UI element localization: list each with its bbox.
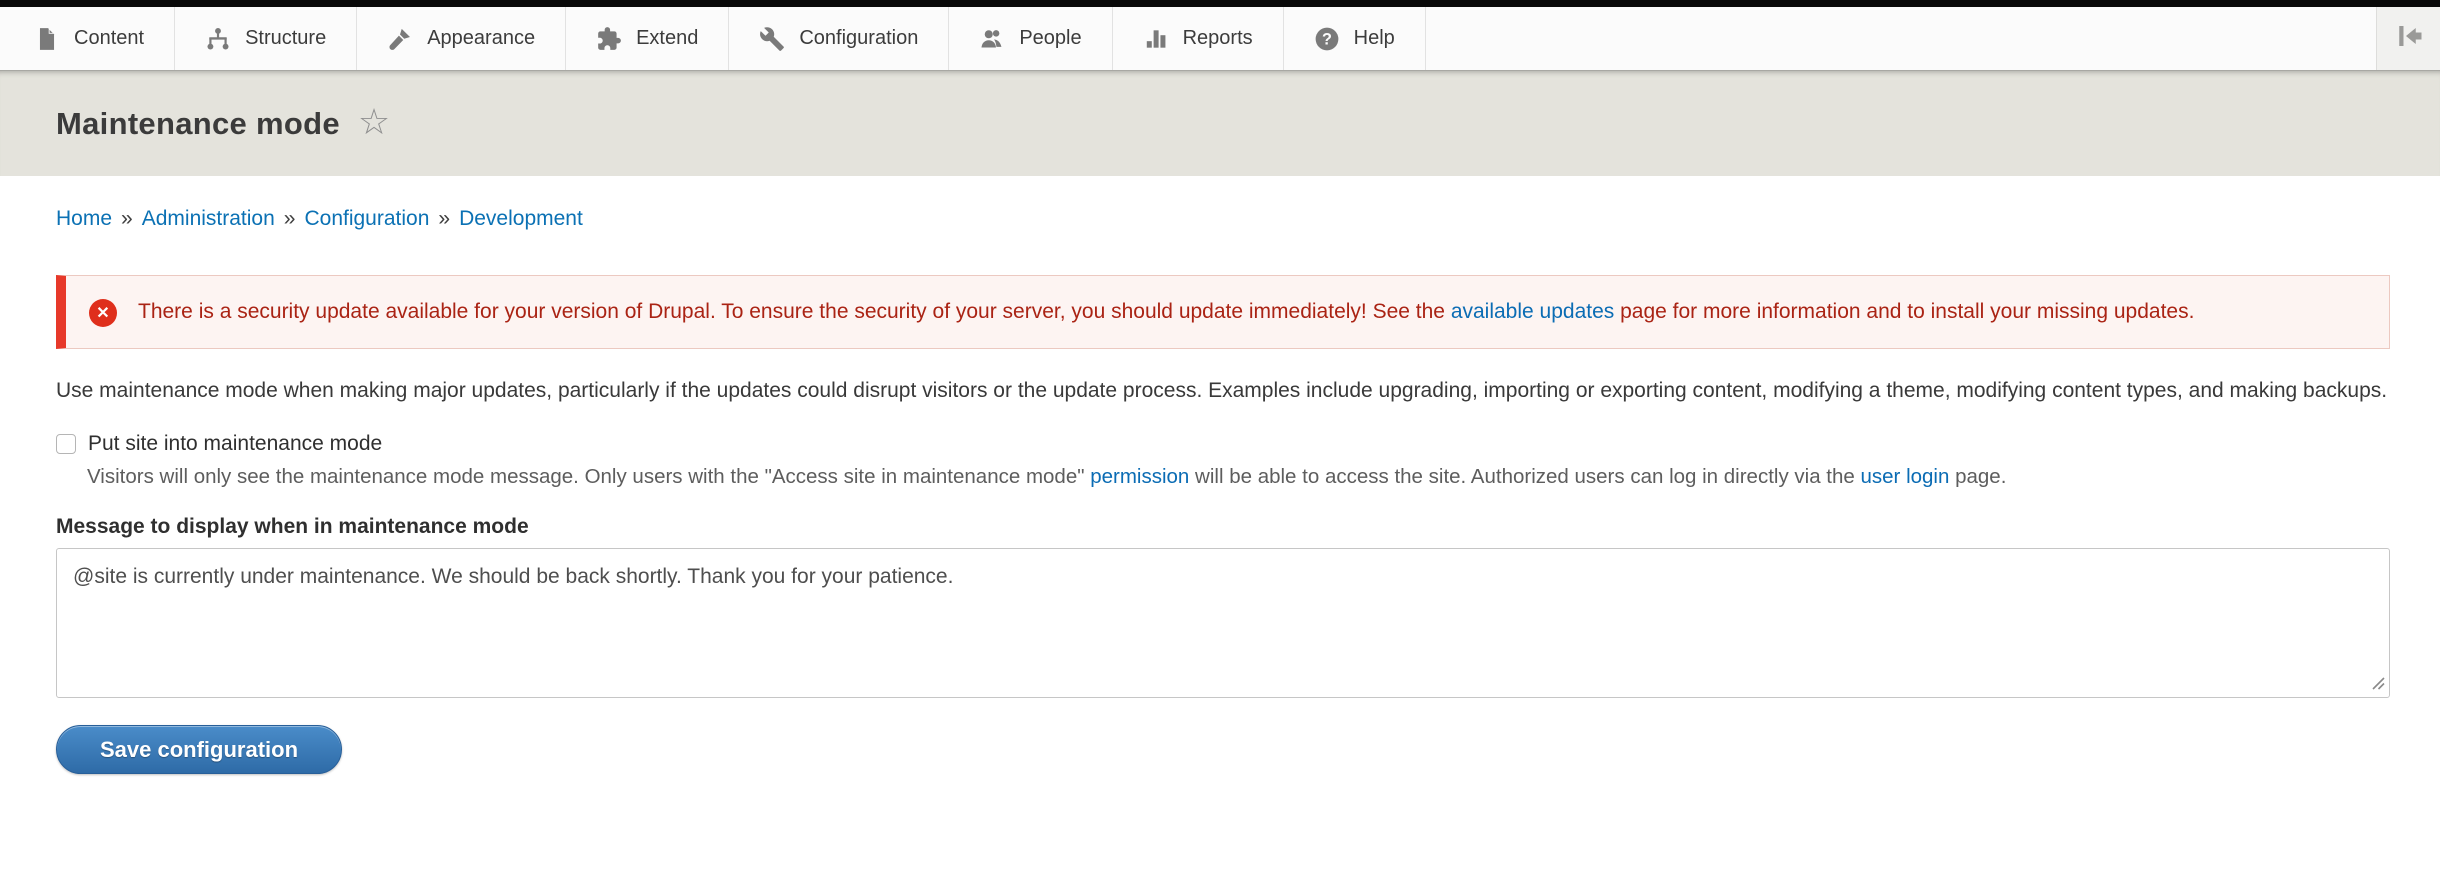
page-title: Maintenance mode: [56, 106, 340, 142]
error-message-text: There is a security update available for…: [138, 295, 2194, 329]
toolbar-item-people[interactable]: People: [949, 7, 1112, 70]
paintbrush-icon: [387, 26, 413, 52]
sitemap-icon: [205, 26, 231, 52]
toolbar-item-configuration[interactable]: Configuration: [729, 7, 949, 70]
page-header: Maintenance mode ☆: [0, 70, 2440, 176]
description-part-3: page.: [1949, 465, 2006, 488]
file-icon: [34, 26, 60, 52]
wrench-icon: [759, 26, 785, 52]
toolbar-item-label: Reports: [1183, 27, 1253, 50]
maintenance-mode-checkbox-row: Put site into maintenance mode: [56, 432, 2390, 456]
svg-text:?: ?: [1322, 30, 1332, 48]
toolbar-menu: Content Structure Appearance Extend Conf: [0, 7, 1426, 70]
toolbar-collapse-button[interactable]: [2376, 7, 2440, 70]
breadcrumb-link-configuration[interactable]: Configuration: [304, 207, 429, 230]
toolbar-item-extend[interactable]: Extend: [566, 7, 729, 70]
toolbar-item-content[interactable]: Content: [0, 7, 175, 70]
maintenance-mode-intro: Use maintenance mode when making major u…: [56, 374, 2390, 407]
toolbar-item-label: Structure: [245, 27, 326, 50]
error-text-after-link: page for more information and to install…: [1614, 300, 2194, 323]
toolbar-item-label: Help: [1354, 27, 1395, 50]
breadcrumb-separator: »: [121, 207, 133, 230]
maintenance-mode-checkbox[interactable]: [56, 434, 76, 454]
breadcrumb-link-development[interactable]: Development: [459, 207, 583, 230]
toolbar-item-label: Extend: [636, 27, 698, 50]
toolbar-item-label: Content: [74, 27, 144, 50]
toolbar-item-help[interactable]: ? Help: [1284, 7, 1426, 70]
error-x-icon: ✕: [89, 299, 117, 327]
description-part-1: Visitors will only see the maintenance m…: [87, 465, 1090, 488]
help-icon: ?: [1314, 26, 1340, 52]
breadcrumb-separator: »: [284, 207, 296, 230]
breadcrumb: Home » Administration » Configuration » Develo…: [56, 207, 2390, 231]
maintenance-message-textarea[interactable]: @site is currently under maintenance. We…: [56, 548, 2390, 698]
toolbar-item-label: People: [1019, 27, 1081, 50]
breadcrumb-link-home[interactable]: Home: [56, 207, 112, 230]
toolbar-item-label: Appearance: [427, 27, 535, 50]
puzzle-icon: [596, 26, 622, 52]
available-updates-link[interactable]: available updates: [1451, 300, 1614, 323]
people-icon: [979, 26, 1005, 52]
shortcut-star-icon[interactable]: ☆: [358, 104, 390, 140]
maintenance-mode-description: Visitors will only see the maintenance m…: [87, 465, 2390, 489]
breadcrumb-link-administration[interactable]: Administration: [142, 207, 275, 230]
user-login-link[interactable]: user login: [1861, 465, 1950, 488]
error-text-before-link: There is a security update available for…: [138, 300, 1451, 323]
textarea-resize-handle[interactable]: [2370, 675, 2386, 696]
toolbar-item-reports[interactable]: Reports: [1113, 7, 1284, 70]
bar-chart-icon: [1143, 26, 1169, 52]
maintenance-mode-checkbox-label[interactable]: Put site into maintenance mode: [88, 432, 382, 456]
toolbar-item-label: Configuration: [799, 27, 918, 50]
permission-link[interactable]: permission: [1090, 465, 1189, 488]
toolbar-item-appearance[interactable]: Appearance: [357, 7, 566, 70]
top-black-bar: [0, 0, 2440, 7]
error-message: ✕ There is a security update available f…: [56, 275, 2390, 349]
message-field-wrapper: @site is currently under maintenance. We…: [56, 548, 2390, 703]
toolbar-item-structure[interactable]: Structure: [175, 7, 357, 70]
message-field-label: Message to display when in maintenance m…: [56, 515, 2390, 539]
collapse-toolbar-icon: [2394, 21, 2424, 56]
admin-toolbar: Content Structure Appearance Extend Conf: [0, 7, 2440, 70]
breadcrumb-separator: »: [438, 207, 450, 230]
save-configuration-button[interactable]: Save configuration: [56, 725, 342, 774]
description-part-2: will be able to access the site. Authori…: [1189, 465, 1860, 488]
main-content: Home » Administration » Configuration » Develo…: [0, 207, 2440, 774]
